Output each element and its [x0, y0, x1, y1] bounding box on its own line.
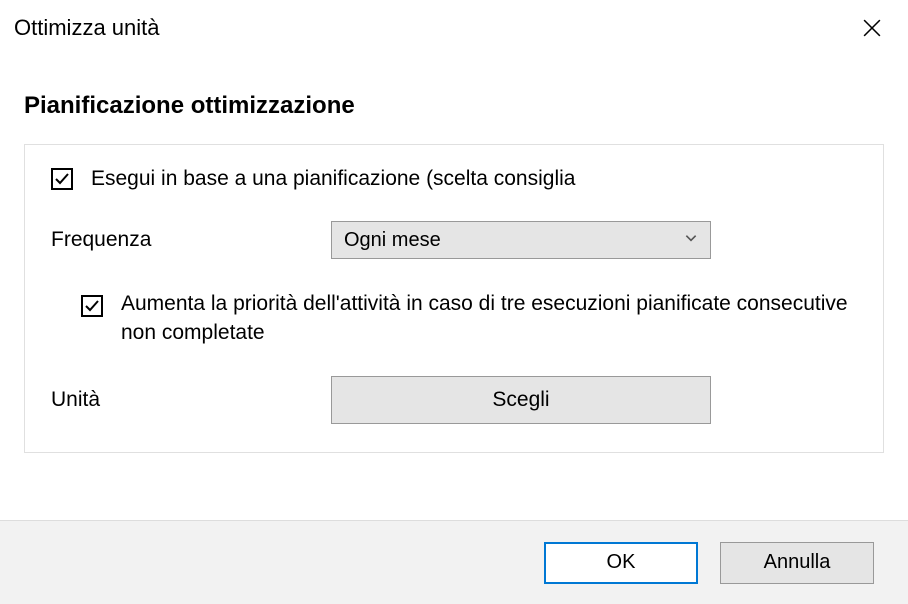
increase-priority-row: Aumenta la priorità dell'attività in cas…	[51, 289, 857, 348]
ok-button-label: OK	[607, 551, 636, 574]
choose-button-label: Scegli	[492, 388, 549, 412]
cancel-button[interactable]: Annulla	[720, 542, 874, 584]
run-on-schedule-label: Esegui in base a una pianificazione (sce…	[91, 167, 575, 191]
window-title: Ottimizza unità	[14, 15, 160, 41]
unit-label: Unità	[51, 388, 331, 412]
checkmark-icon	[54, 171, 70, 187]
ok-button[interactable]: OK	[544, 542, 698, 584]
increase-priority-label: Aumenta la priorità dell'attività in cas…	[121, 289, 857, 348]
dialog-footer: OK Annulla	[0, 520, 908, 604]
frequency-value: Ogni mese	[344, 229, 441, 252]
run-on-schedule-checkbox[interactable]	[51, 168, 73, 190]
content-area: Pianificazione ottimizzazione Esegui in …	[0, 52, 908, 453]
frequency-label: Frequenza	[51, 228, 331, 252]
chevron-down-icon	[684, 231, 698, 250]
checkmark-icon	[84, 298, 100, 314]
titlebar: Ottimizza unità	[0, 0, 908, 52]
frequency-dropdown[interactable]: Ogni mese	[331, 221, 711, 259]
section-heading: Pianificazione ottimizzazione	[24, 92, 884, 120]
cancel-button-label: Annulla	[764, 551, 831, 574]
frequency-row: Frequenza Ogni mese	[51, 221, 857, 259]
schedule-groupbox: Esegui in base a una pianificazione (sce…	[24, 144, 884, 453]
close-button[interactable]	[856, 12, 888, 44]
run-on-schedule-row: Esegui in base a una pianificazione (sce…	[51, 167, 857, 191]
increase-priority-checkbox[interactable]	[81, 295, 103, 317]
choose-button[interactable]: Scegli	[331, 376, 711, 424]
close-icon	[863, 19, 881, 37]
unit-row: Unità Scegli	[51, 376, 857, 424]
